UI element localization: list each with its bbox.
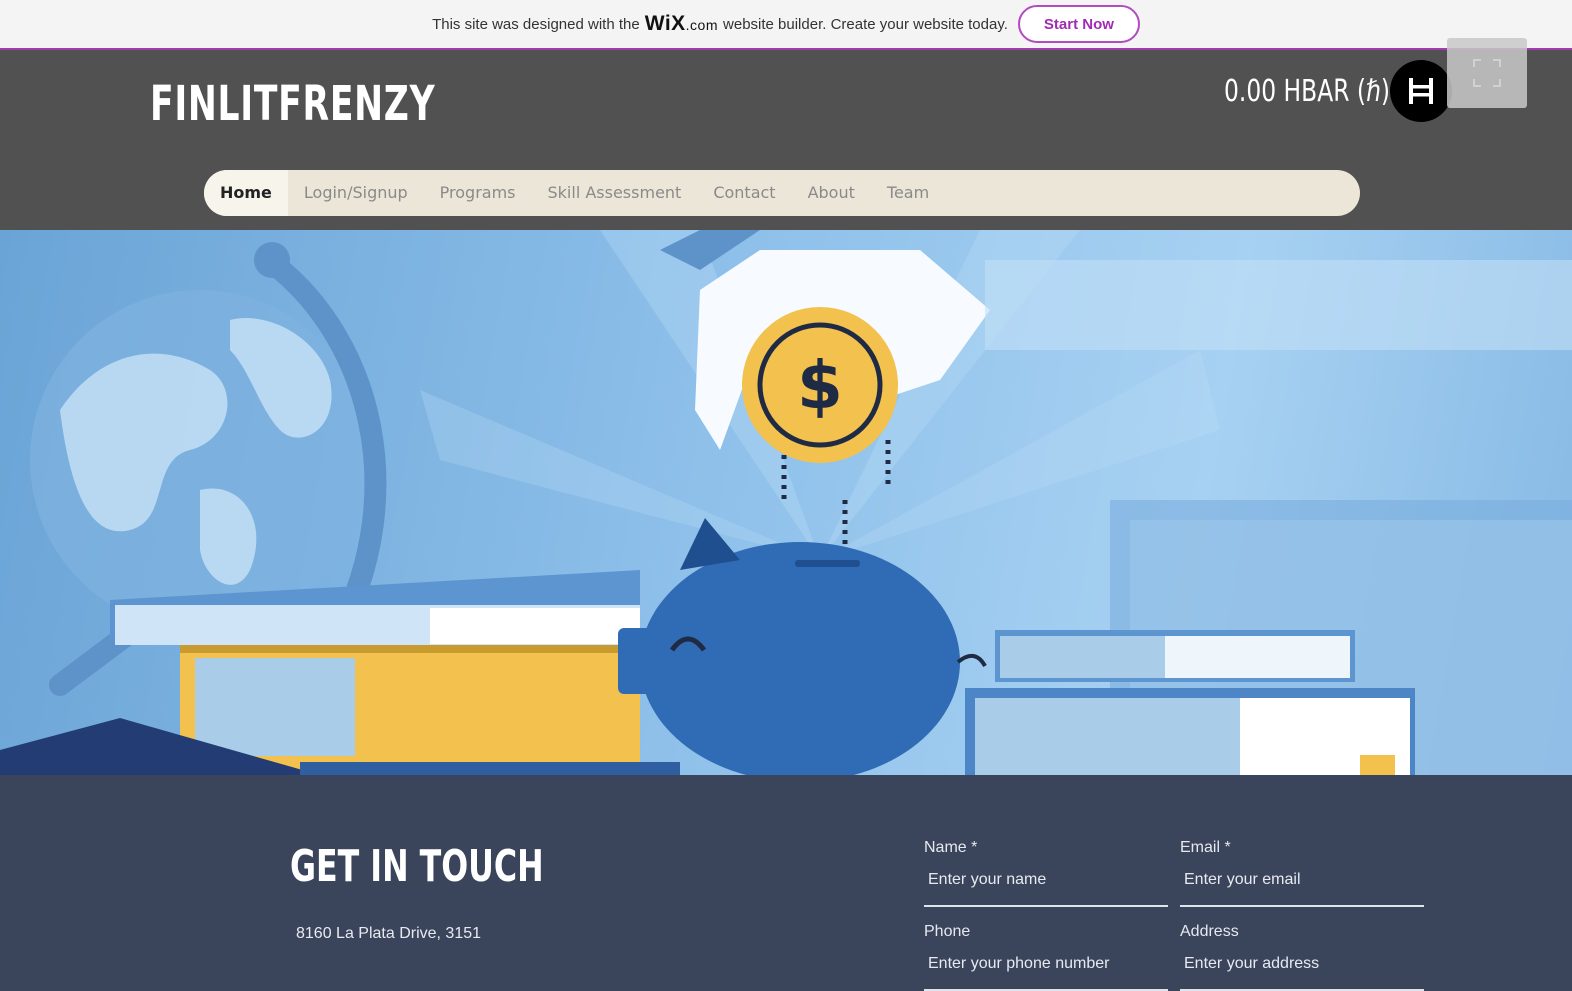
hero-banner: $ xyxy=(0,230,1572,775)
email-field-label: Email * xyxy=(1180,839,1231,856)
nav-item-team[interactable]: Team xyxy=(871,170,945,216)
wix-promo-text: This site was designed with the WiX.com … xyxy=(432,12,1008,36)
contact-address: 8160 La Plata Drive, 3151 xyxy=(296,925,482,942)
coin-graphic: $ xyxy=(742,307,898,548)
left-book-stack xyxy=(0,570,680,775)
phone-field[interactable] xyxy=(924,955,1168,991)
phone-field-group: Phone xyxy=(924,923,1168,991)
site-header: FINLITFRENZY 0.00 HBAR (ℏ) Home Login/Si… xyxy=(0,38,1572,230)
get-in-touch-heading: GET IN TOUCH xyxy=(290,841,544,892)
nav-item-home[interactable]: Home xyxy=(204,170,288,216)
nav-item-contact[interactable]: Contact xyxy=(697,170,791,216)
hero-illustration: $ xyxy=(0,230,1572,775)
name-field-label: Name * xyxy=(924,839,978,856)
wix-logo: WiX.com xyxy=(644,12,719,35)
fullscreen-icon xyxy=(1473,59,1501,87)
right-book-stack xyxy=(965,630,1415,775)
nav-item-about[interactable]: About xyxy=(792,170,871,216)
email-field[interactable] xyxy=(1180,871,1424,907)
piggy-bank-graphic xyxy=(618,518,987,775)
phone-field-label: Phone xyxy=(924,923,971,940)
coin-symbol: $ xyxy=(797,347,843,424)
nav-item-login-signup[interactable]: Login/Signup xyxy=(288,170,424,216)
fullscreen-button[interactable] xyxy=(1447,38,1527,108)
name-field-group: Name * xyxy=(924,839,1168,907)
start-now-button[interactable]: Start Now xyxy=(1017,5,1140,43)
hbar-logo-icon[interactable] xyxy=(1390,60,1452,122)
nav-item-skill-assessment[interactable]: Skill Assessment xyxy=(532,170,698,216)
contact-section: GET IN TOUCH 8160 La Plata Drive, 3151 N… xyxy=(0,775,1572,991)
nav-item-programs[interactable]: Programs xyxy=(424,170,532,216)
site-title[interactable]: FINLITFRENZY xyxy=(150,76,435,132)
main-nav: Home Login/Signup Programs Skill Assessm… xyxy=(204,170,1360,216)
promo-text-after: website builder. Create your website tod… xyxy=(723,15,1008,33)
hbar-balance: 0.00 HBAR (ℏ) xyxy=(1224,74,1390,109)
name-field[interactable] xyxy=(924,871,1168,907)
email-field-group: Email * xyxy=(1180,839,1424,907)
wix-promo-banner: This site was designed with the WiX.com … xyxy=(0,0,1572,50)
promo-text-before: This site was designed with the xyxy=(432,15,640,33)
address-field-label: Address xyxy=(1180,923,1239,940)
address-field-group: Address xyxy=(1180,923,1424,991)
address-field[interactable] xyxy=(1180,955,1424,991)
